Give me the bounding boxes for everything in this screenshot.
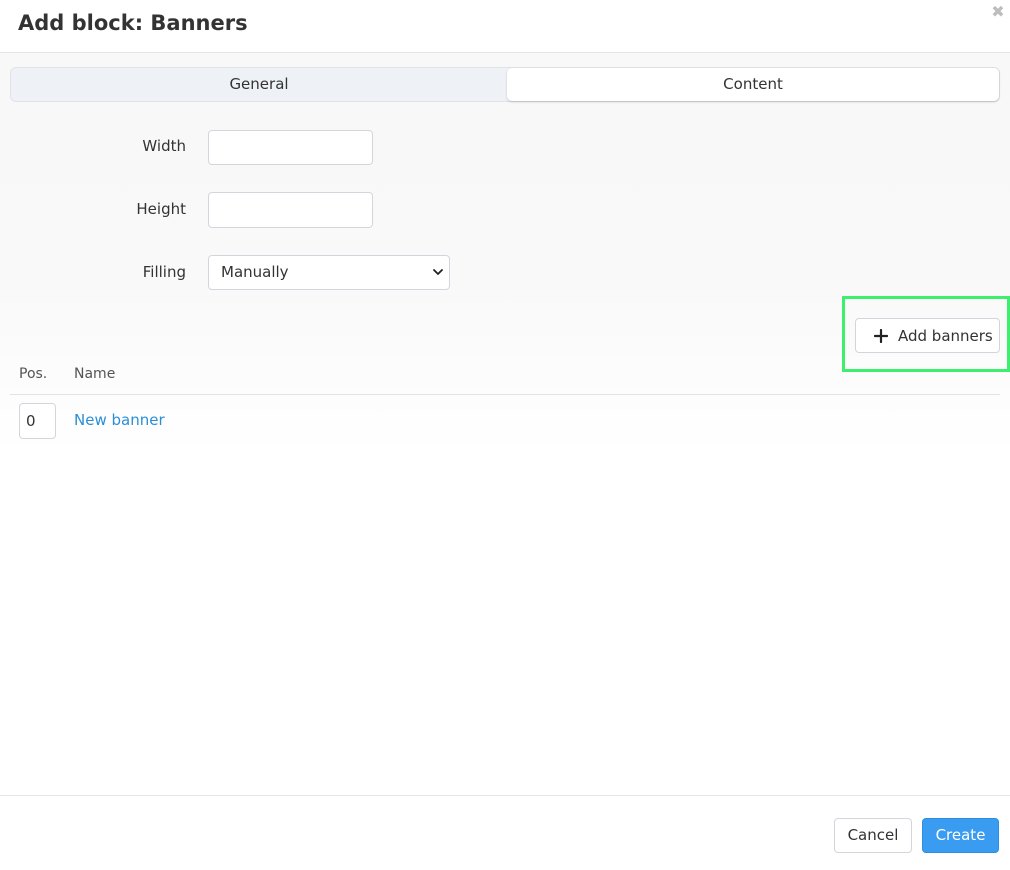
add-banners-label: Add banners (898, 327, 993, 345)
chevron-down-icon (433, 269, 443, 275)
modal-body-background (0, 53, 1010, 453)
height-input[interactable] (208, 192, 373, 228)
footer-divider (0, 795, 1010, 796)
tab-bar: General Content (10, 67, 1000, 102)
column-header-name: Name (74, 366, 116, 382)
tab-general[interactable]: General (11, 68, 507, 101)
add-banners-button[interactable]: Add banners (855, 318, 1000, 353)
width-label: Width (142, 137, 186, 155)
plus-icon (874, 329, 888, 343)
height-label: Height (136, 200, 186, 218)
create-button[interactable]: Create (922, 818, 999, 853)
tab-content[interactable]: Content (507, 68, 999, 101)
table-divider (10, 394, 1000, 395)
modal-title: Add block: Banners (18, 11, 248, 35)
width-input[interactable] (208, 130, 373, 165)
cancel-button[interactable]: Cancel (834, 818, 912, 853)
column-header-pos: Pos. (19, 366, 48, 382)
filling-select[interactable]: Manually (208, 255, 450, 290)
modal-header: Add block: Banners ✖ (0, 0, 1010, 53)
close-icon[interactable]: ✖ (990, 3, 1006, 21)
position-input[interactable]: 0 (19, 403, 56, 439)
filling-select-value: Manually (221, 263, 289, 281)
banner-name-link[interactable]: New banner (74, 411, 165, 429)
filling-label: Filling (142, 263, 186, 281)
